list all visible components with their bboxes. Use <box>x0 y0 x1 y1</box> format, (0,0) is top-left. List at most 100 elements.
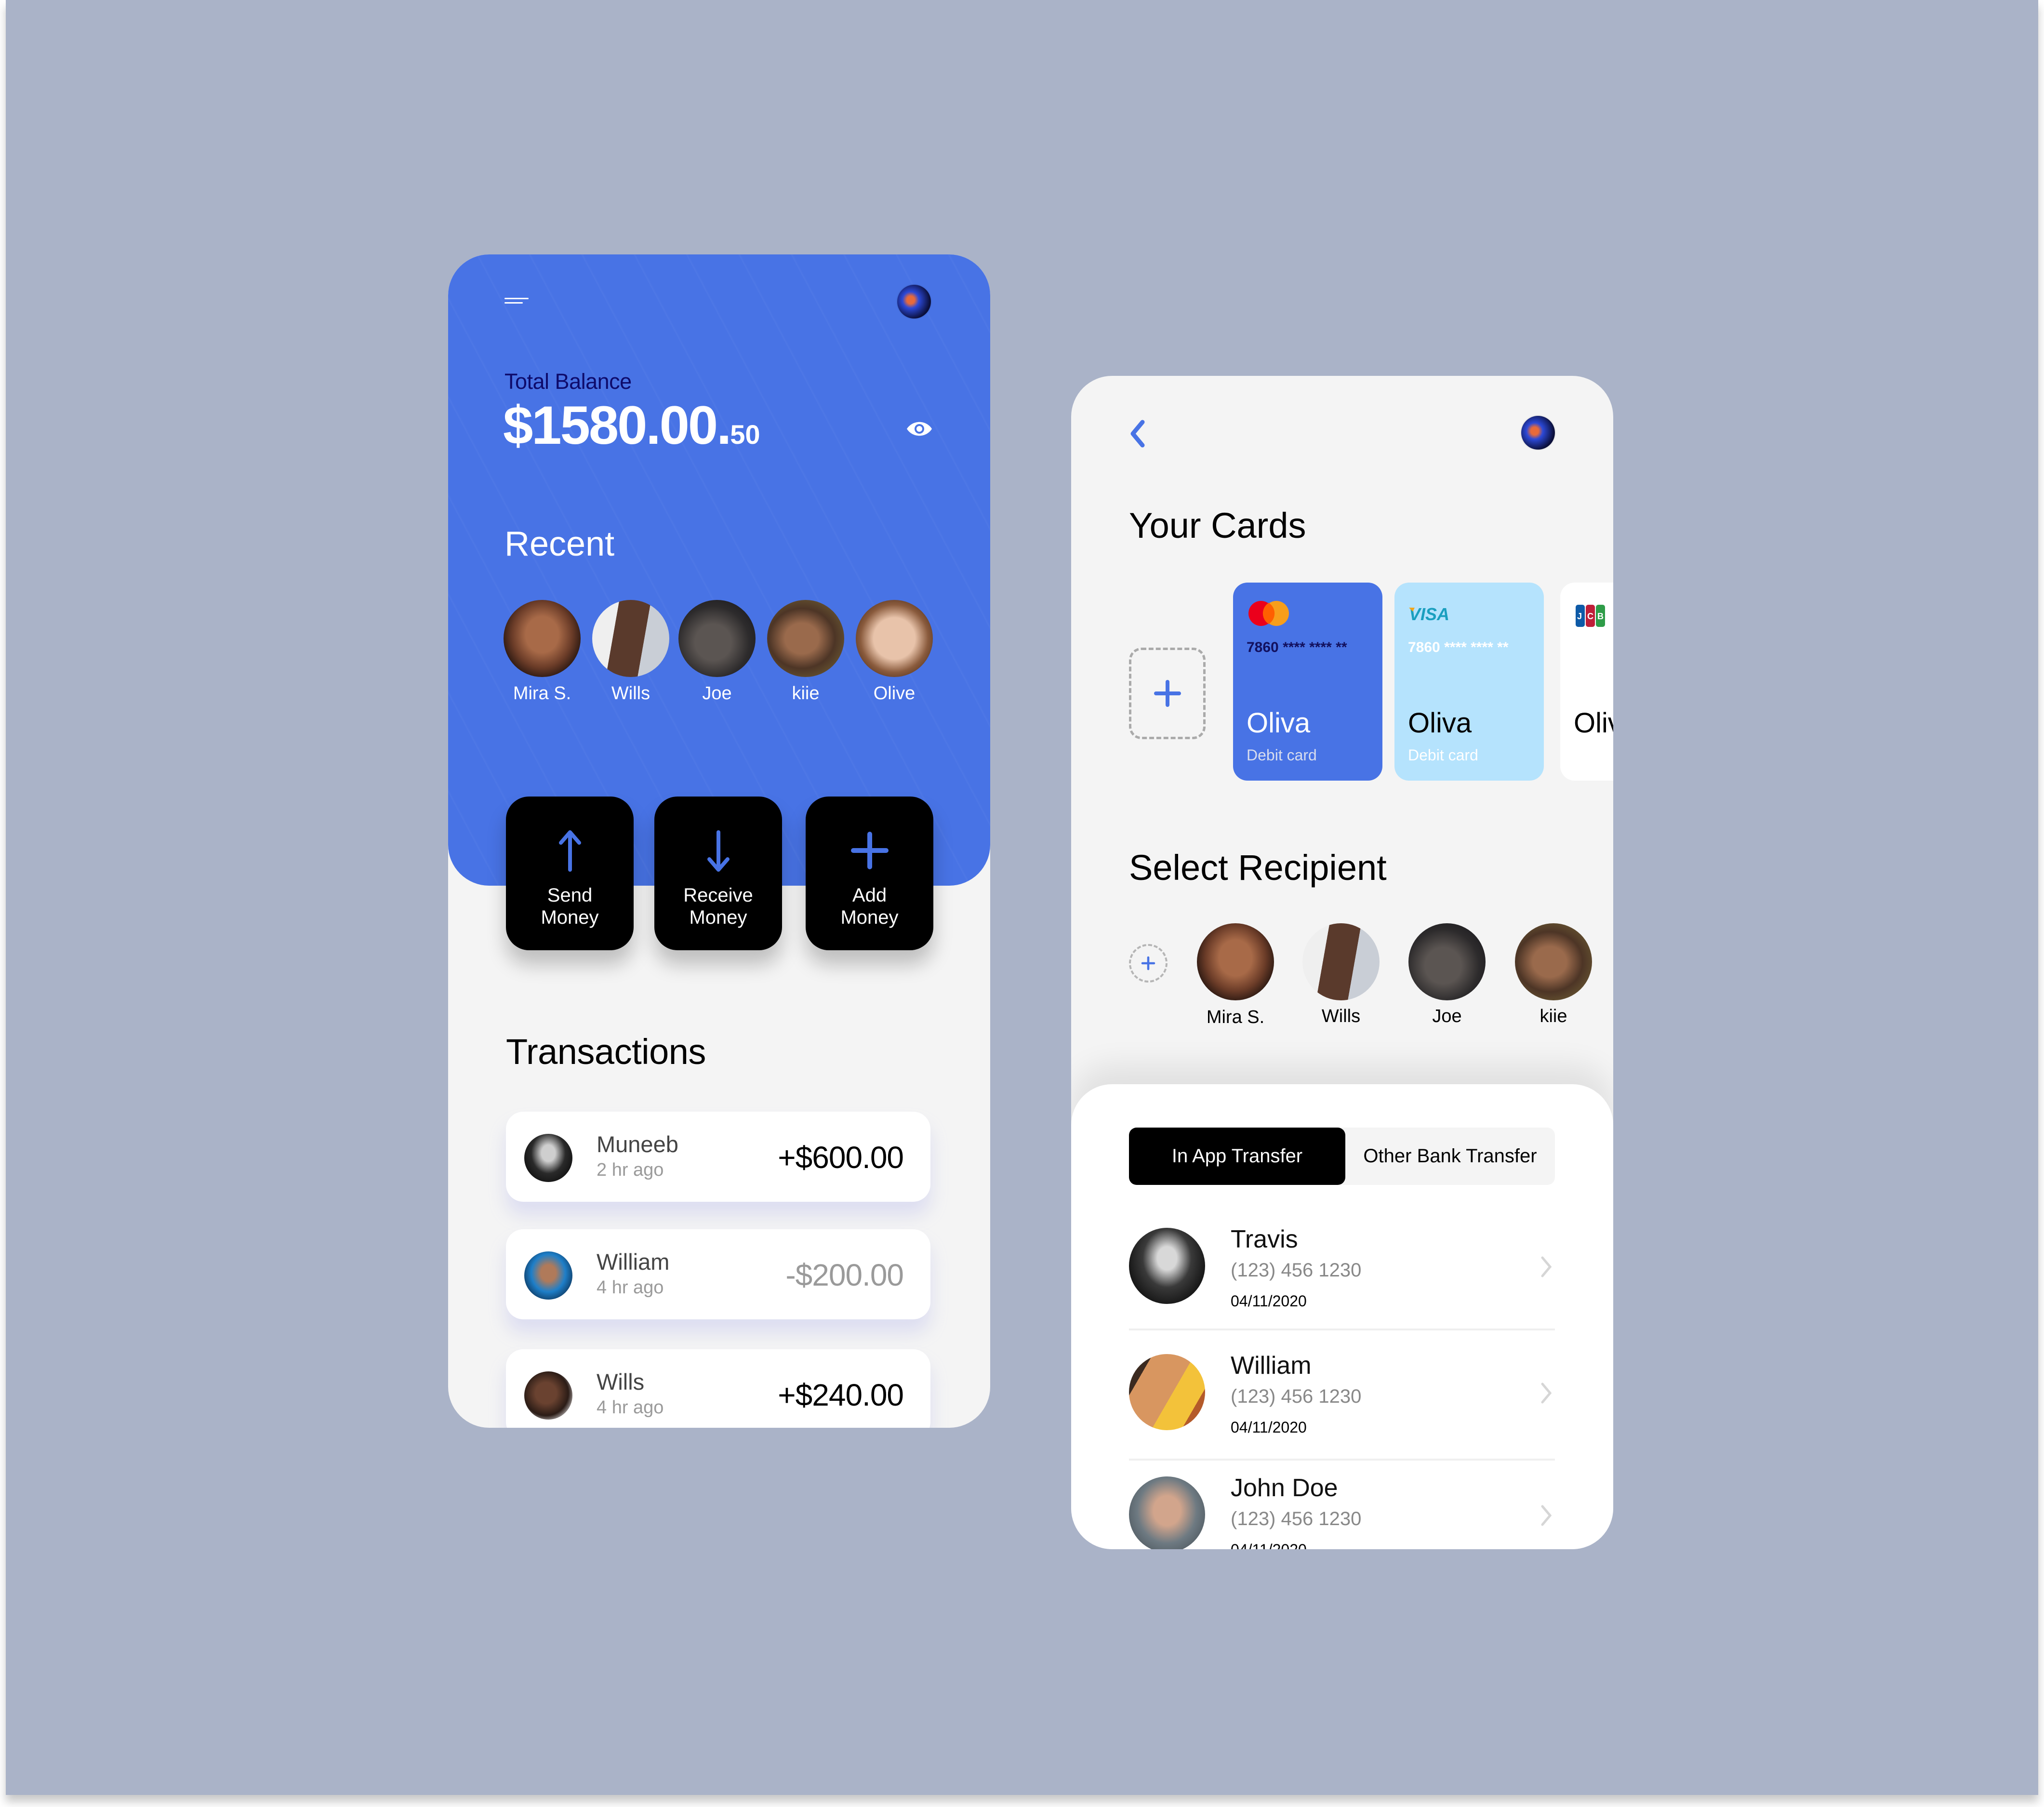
eye-icon[interactable] <box>906 421 933 437</box>
back-button[interactable] <box>1128 419 1147 448</box>
recent-name: kiie <box>792 683 820 704</box>
add-money-label: Add Money <box>806 884 933 929</box>
chevron-right-icon <box>1541 1382 1552 1404</box>
tab-in-app-transfer[interactable]: In App Transfer <box>1129 1128 1345 1185</box>
add-recipient-button[interactable] <box>1129 944 1168 983</box>
send-money-button[interactable]: Send Money <box>506 797 634 950</box>
balance-amount: $1580.00.50 <box>503 394 760 456</box>
label-line: Money <box>840 907 899 928</box>
send-money-label: Send Money <box>506 884 634 929</box>
card-number: 7860 **** **** ** <box>1247 639 1347 655</box>
label-line: Send <box>547 885 593 906</box>
transaction-name: Muneeb <box>597 1131 678 1157</box>
contact-phone: (123) 456 1230 <box>1231 1386 1362 1407</box>
transfer-tabs: In App Transfer Other Bank Transfer <box>1129 1128 1555 1185</box>
menu-button[interactable] <box>504 298 529 305</box>
card-holder: Oliva <box>1247 707 1311 739</box>
payment-card[interactable]: JCB Oliva <box>1560 583 1613 781</box>
total-balance-label: Total Balance <box>504 369 632 394</box>
svg-text:B: B <box>1597 611 1604 621</box>
contact-date: 04/11/2020 <box>1231 1541 1307 1549</box>
recent-avatar[interactable] <box>678 600 756 677</box>
svg-text:C: C <box>1587 611 1593 621</box>
recent-avatar[interactable] <box>504 600 581 677</box>
transaction-avatar <box>524 1371 572 1420</box>
transaction-avatar <box>524 1251 572 1300</box>
chevron-right-icon <box>1541 1256 1552 1277</box>
recipient-avatar[interactable] <box>1515 923 1592 1000</box>
profile-avatar[interactable] <box>897 285 931 319</box>
recipient-name: Mira S. <box>1206 1007 1265 1027</box>
cards-screen: Your Cards 7860 **** **** ** Oliva Debit… <box>1071 376 1613 1549</box>
backdrop <box>6 0 2038 1795</box>
contact-name: Travis <box>1231 1225 1298 1253</box>
transfer-sheet: In App Transfer Other Bank Transfer Trav… <box>1071 1084 1613 1549</box>
recent-title: Recent <box>504 525 615 563</box>
arrow-up-icon <box>558 830 581 872</box>
contact-row[interactable]: William (123) 456 1230 04/11/2020 <box>1129 1352 1555 1475</box>
payment-card[interactable]: 7860 **** **** ** Oliva Debit card <box>1233 583 1382 781</box>
contact-avatar <box>1129 1476 1205 1549</box>
card-type: Debit card <box>1408 746 1478 764</box>
transaction-time: 4 hr ago <box>597 1277 664 1298</box>
transaction-avatar <box>524 1134 572 1182</box>
card-type: Debit card <box>1247 746 1317 764</box>
mastercard-logo-icon <box>1248 601 1289 626</box>
plus-icon <box>850 832 889 869</box>
recipient-avatar[interactable] <box>1302 923 1380 1000</box>
recent-name: Joe <box>702 683 732 704</box>
contact-phone: (123) 456 1230 <box>1231 1260 1362 1281</box>
payment-card[interactable]: VISA 7860 **** **** ** Oliva Debit card <box>1394 583 1544 781</box>
recipient-name: kiie <box>1540 1006 1567 1026</box>
profile-avatar[interactable] <box>1521 416 1555 450</box>
card-holder: Oliva <box>1408 707 1472 739</box>
divider <box>1129 1329 1555 1330</box>
chevron-right-icon <box>1541 1505 1552 1526</box>
contact-row[interactable]: John Doe (123) 456 1230 04/11/2020 <box>1129 1474 1555 1549</box>
recipient-name: Wills <box>1321 1006 1361 1026</box>
transaction-time: 4 hr ago <box>597 1397 664 1418</box>
recipient-avatar[interactable] <box>1408 923 1486 1000</box>
transaction-row[interactable]: Muneeb 2 hr ago +$600.00 <box>506 1112 930 1202</box>
balance-main: $1580.00. <box>503 395 731 455</box>
recipient-avatar[interactable] <box>1197 923 1274 1000</box>
svg-text:J: J <box>1577 611 1582 621</box>
contact-date: 04/11/2020 <box>1231 1292 1307 1310</box>
menu-icon-line <box>504 298 529 299</box>
chevron-left-icon <box>1130 420 1145 448</box>
transaction-amount: +$240.00 <box>778 1378 904 1412</box>
card-number: 7860 **** **** ** <box>1408 639 1509 655</box>
transactions-title: Transactions <box>506 1032 706 1072</box>
plus-icon <box>1141 956 1155 970</box>
home-screen: Total Balance $1580.00.50 Recent Mira S.… <box>448 254 990 1428</box>
transaction-time: 2 hr ago <box>597 1160 664 1180</box>
label-line: Money <box>689 907 747 928</box>
recent-name: Olive <box>873 683 916 704</box>
balance-cents: 50 <box>730 419 760 450</box>
add-money-button[interactable]: Add Money <box>806 797 933 950</box>
recent-avatar[interactable] <box>592 600 669 677</box>
contact-name: William <box>1231 1352 1312 1380</box>
tab-other-bank-transfer[interactable]: Other Bank Transfer <box>1345 1128 1555 1185</box>
transaction-amount: +$600.00 <box>778 1140 904 1175</box>
select-recipient-title: Select Recipient <box>1129 848 1387 888</box>
your-cards-title: Your Cards <box>1129 505 1306 545</box>
svg-text:VISA: VISA <box>1409 605 1449 624</box>
recent-avatar[interactable] <box>767 600 844 677</box>
divider <box>1129 1459 1555 1461</box>
contact-date: 04/11/2020 <box>1231 1419 1307 1436</box>
label-line: Money <box>541 907 599 928</box>
recent-avatar[interactable] <box>856 600 933 677</box>
contact-avatar <box>1129 1354 1205 1430</box>
transaction-name: William <box>597 1249 670 1275</box>
jcb-logo-icon: JCB <box>1576 605 1605 627</box>
recipient-name: Joe <box>1432 1006 1462 1026</box>
menu-icon-line <box>504 302 523 304</box>
receive-money-button[interactable]: Receive Money <box>654 797 782 950</box>
visa-logo-icon: VISA <box>1409 605 1449 624</box>
transaction-row[interactable]: Wills 4 hr ago +$240.00 <box>506 1349 930 1428</box>
card-holder: Oliva <box>1574 707 1613 739</box>
transaction-row[interactable]: William 4 hr ago -$200.00 <box>506 1229 930 1319</box>
contact-avatar <box>1129 1228 1205 1304</box>
add-card-button[interactable] <box>1129 648 1206 739</box>
